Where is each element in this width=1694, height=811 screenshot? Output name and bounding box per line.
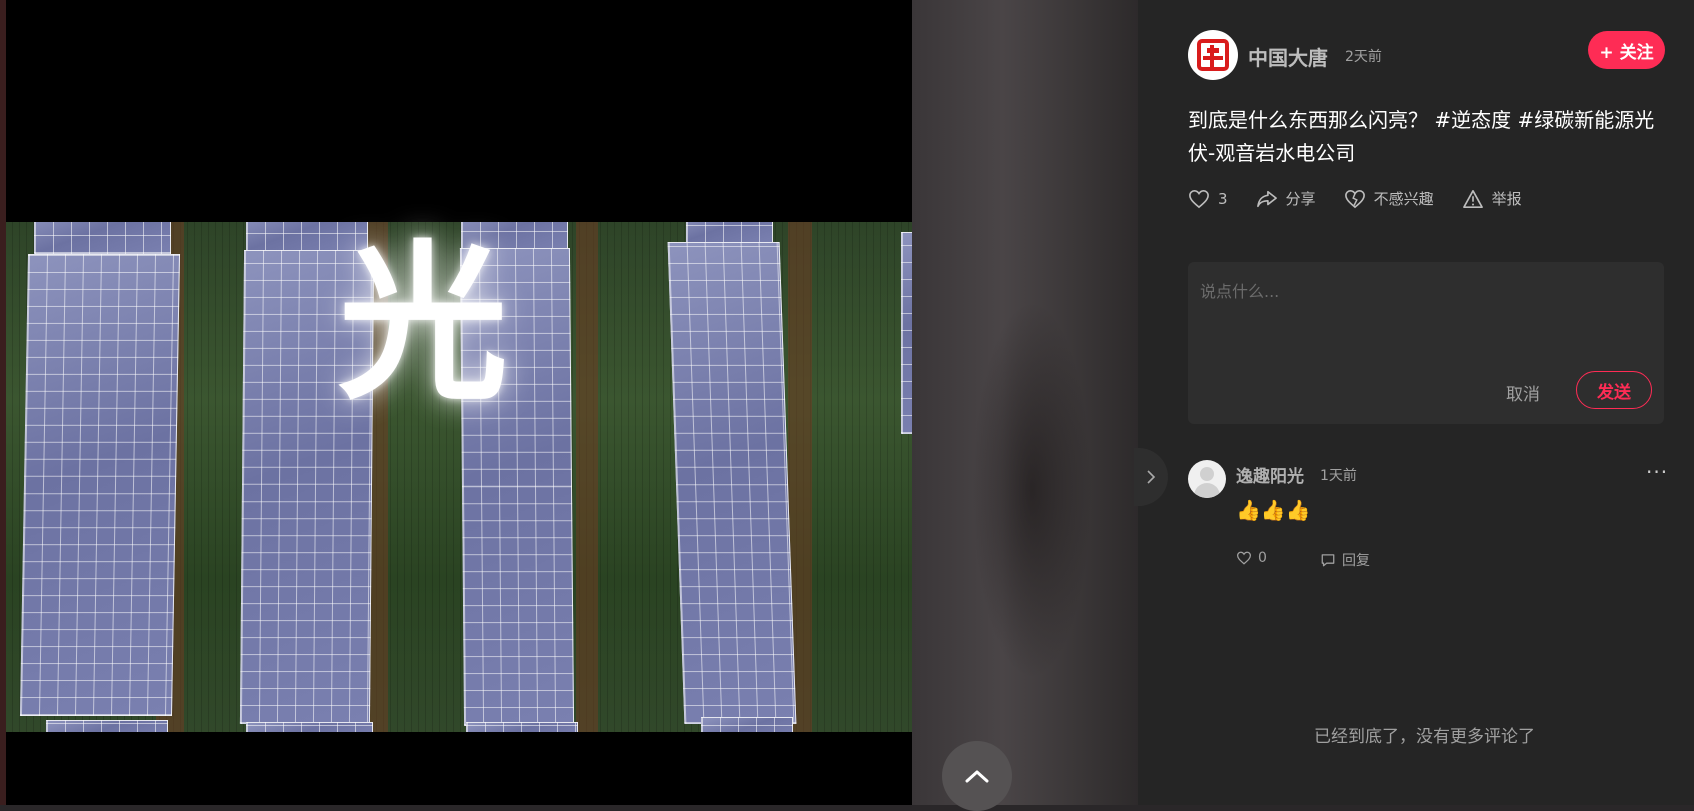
share-button[interactable]: 分享 [1256,188,1316,209]
scroll-up-button[interactable] [942,741,1012,811]
share-icon [1256,190,1277,207]
post-description: 到底是什么东西那么闪亮？ #逆态度 #绿碳新能源光伏-观音岩水电公司 [1188,104,1658,170]
post-text: 到底是什么东西那么闪亮？ [1188,108,1428,132]
comment-form: 取消 发送 [1188,262,1664,424]
cancel-button[interactable]: 取消 [1506,380,1540,405]
hashtag[interactable]: #逆态度 [1434,108,1511,132]
video-player[interactable]: 光 [6,0,912,805]
heart-icon [1189,189,1209,208]
blurred-background [912,0,1138,805]
comment-input[interactable] [1198,276,1652,340]
post-actions: 3 分享 不感兴趣 举报 [1188,188,1550,209]
chevron-up-icon [965,770,989,783]
author-avatar[interactable] [1188,30,1238,80]
comment-time: 1天前 [1320,468,1357,484]
comment-reply-button[interactable]: 回复 [1320,550,1370,570]
share-label: 分享 [1285,190,1316,208]
follow-button[interactable]: + 关注 [1588,31,1665,69]
not-interested-label: 不感兴趣 [1373,190,1434,208]
reply-bubble-icon [1321,554,1335,567]
report-button[interactable]: 举报 [1462,188,1522,209]
commenter-name[interactable]: 逸趣阳光 [1236,462,1304,487]
commenter-avatar[interactable] [1188,460,1226,498]
comment-like-count: 0 [1258,550,1267,566]
send-button[interactable]: 发送 [1576,371,1652,409]
end-of-comments-note: 已经到底了，没有更多评论了 [1314,727,1535,747]
like-count: 3 [1218,189,1228,208]
like-button[interactable]: 3 [1188,189,1228,209]
author-name[interactable]: 中国大唐 [1248,42,1328,71]
reply-label: 回复 [1342,553,1370,569]
warning-icon [1462,189,1483,208]
post-time: 2天前 [1345,49,1382,65]
chevron-right-icon [1147,470,1156,484]
video-overlay-text: 光 [338,226,509,424]
logo-icon [1192,34,1234,76]
broken-heart-icon [1344,189,1365,208]
comment-text: 👍👍👍 [1236,498,1311,522]
comment-like-button[interactable]: 0 [1236,550,1267,566]
heart-icon [1236,551,1252,565]
more-options-icon[interactable]: ··· [1646,460,1668,484]
not-interested-button[interactable]: 不感兴趣 [1344,188,1434,209]
report-label: 举报 [1491,190,1522,208]
